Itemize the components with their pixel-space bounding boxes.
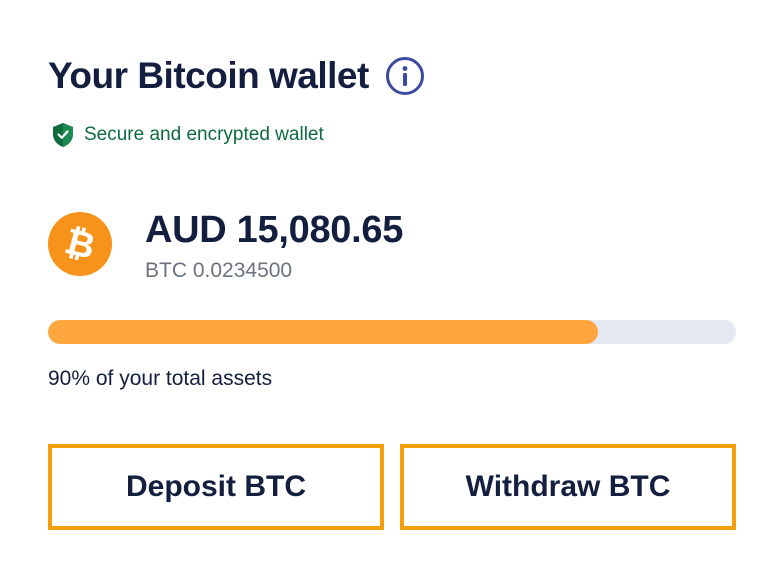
assets-percentage-label: 90% of your total assets xyxy=(48,367,273,390)
bitcoin-wallet-card: Your Bitcoin wallet Secure and encrypted… xyxy=(0,0,784,578)
info-icon[interactable] xyxy=(385,56,425,96)
assets-progress-bar xyxy=(48,320,736,344)
fiat-balance: AUD 15,080.65 xyxy=(145,209,404,251)
crypto-balance: BTC 0.0234500 xyxy=(145,259,293,282)
balance-text: AUD 15,080.65 BTC 0.0234500 xyxy=(145,208,403,284)
bitcoin-icon: ₿ xyxy=(48,212,112,276)
deposit-button[interactable]: Deposit BTC xyxy=(48,444,384,530)
shield-check-icon xyxy=(52,122,74,148)
title-row: Your Bitcoin wallet xyxy=(48,54,425,98)
assets-progress-fill xyxy=(48,320,599,344)
secure-indicator: Secure and encrypted wallet xyxy=(52,122,324,148)
balance-section: ₿ AUD 15,080.65 BTC 0.0234500 xyxy=(48,208,403,284)
withdraw-button[interactable]: Withdraw BTC xyxy=(400,444,736,530)
page-title: Your Bitcoin wallet xyxy=(48,55,369,96)
secure-label: Secure and encrypted wallet xyxy=(84,124,324,145)
